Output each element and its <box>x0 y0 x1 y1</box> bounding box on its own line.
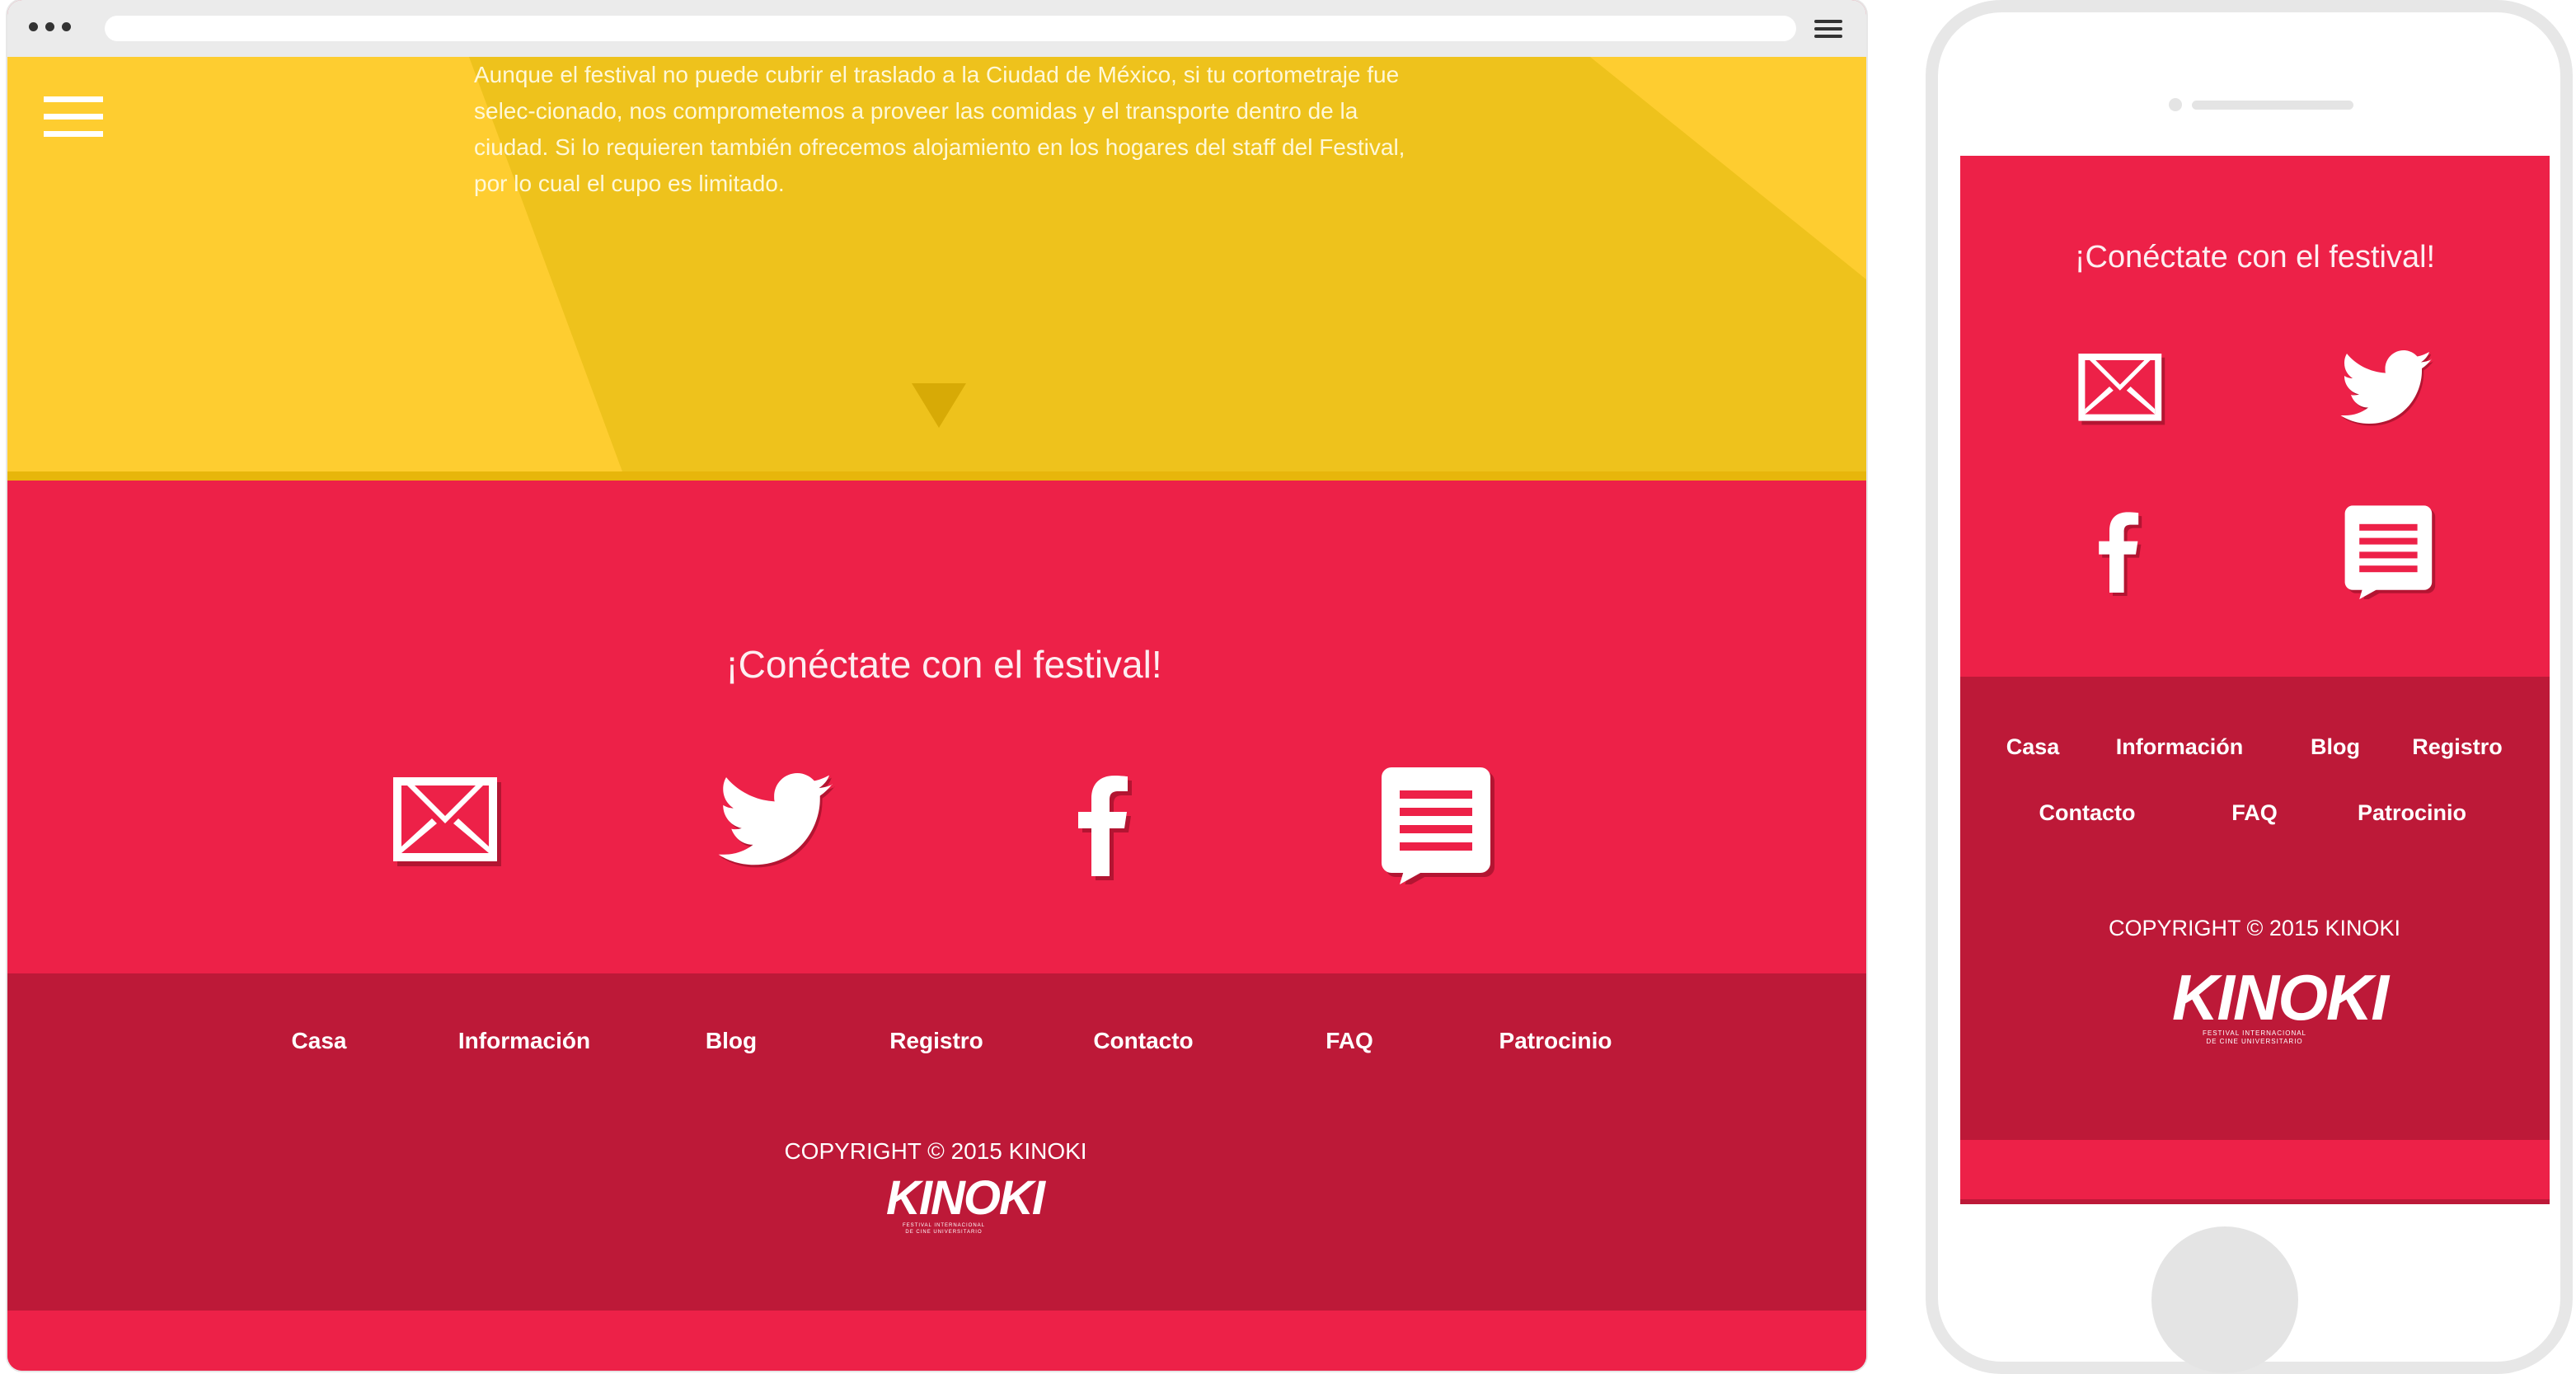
address-bar[interactable] <box>105 16 1796 41</box>
chat-icon[interactable] <box>1372 761 1495 884</box>
browser-menu-icon[interactable] <box>1814 20 1842 42</box>
nav-link-patrocinio[interactable]: Patrocinio <box>1499 1028 1612 1054</box>
mobile-mail-icon[interactable] <box>2070 340 2169 439</box>
hamburger-menu-icon[interactable] <box>44 96 103 148</box>
window-dots <box>29 22 71 31</box>
nav-link-casa[interactable]: Casa <box>292 1028 347 1054</box>
connect-section: ¡Conéctate con el festival! <box>7 481 1866 973</box>
connect-title: ¡Conéctate con el festival! <box>725 643 1162 686</box>
footer-bottom-strip <box>7 1311 1866 1371</box>
mobile-chat-icon[interactable] <box>2337 500 2436 603</box>
mobile-twitter-icon[interactable] <box>2337 340 2436 439</box>
section-divider <box>7 471 1866 481</box>
twitter-icon[interactable] <box>714 761 838 884</box>
mobile-nav-link-faq[interactable]: FAQ <box>2231 800 2278 826</box>
mobile-nav-link-patrocinio[interactable]: Patrocinio <box>2358 800 2466 826</box>
nav-link-contacto[interactable]: Contacto <box>1093 1028 1193 1054</box>
nav-link-blog[interactable]: Blog <box>706 1028 757 1054</box>
phone-camera <box>2169 98 2182 111</box>
mobile-nav-link-informacion[interactable]: Información <box>2116 734 2244 760</box>
nav-link-registro[interactable]: Registro <box>889 1028 983 1054</box>
mobile-footer: Casa Información Blog Registro Contacto … <box>1960 677 2550 1140</box>
scroll-down-arrow-icon[interactable] <box>912 383 966 428</box>
info-section: Aunque el festival no puede cubrir el tr… <box>7 57 1866 481</box>
mobile-kinoki-logo[interactable]: KINOKI FESTIVAL INTERNACIONAL DE CINE UN… <box>2172 965 2389 1046</box>
desktop-browser-mock: Aunque el festival no puede cubrir el tr… <box>7 0 1866 1371</box>
mobile-nav-link-casa[interactable]: Casa <box>2006 734 2060 760</box>
phone-mock: ¡Conéctate con el festival! Casa Informa… <box>1926 0 2573 1374</box>
mobile-copyright-text: COPYRIGHT © 2015 KINOKI <box>2108 916 2401 940</box>
mobile-nav-link-blog[interactable]: Blog <box>2311 734 2360 760</box>
mail-icon[interactable] <box>382 761 506 884</box>
facebook-icon[interactable] <box>1042 761 1166 884</box>
intro-paragraph: Aunque el festival no puede cubrir el tr… <box>474 62 1405 196</box>
nav-link-faq[interactable]: FAQ <box>1326 1028 1373 1054</box>
site-footer: Casa Información Blog Registro Contacto … <box>7 973 1866 1311</box>
copyright-text: COPYRIGHT © 2015 KINOKI <box>784 1138 1087 1164</box>
phone-screen: ¡Conéctate con el festival! Casa Informa… <box>1960 156 2550 1204</box>
mobile-connect-title: ¡Conéctate con el festival! <box>2074 240 2436 274</box>
kinoki-logo[interactable]: KINOKI FESTIVAL INTERNACIONAL DE CINE UN… <box>886 1175 1045 1236</box>
mobile-nav-link-registro[interactable]: Registro <box>2412 734 2503 760</box>
phone-home-button[interactable] <box>2151 1226 2298 1373</box>
nav-link-informacion[interactable]: Información <box>458 1028 590 1054</box>
phone-speaker <box>2192 101 2353 110</box>
browser-chrome <box>7 0 1866 57</box>
mobile-bottom-line <box>1960 1199 2550 1204</box>
mobile-facebook-icon[interactable] <box>2070 500 2169 599</box>
mobile-nav-link-contacto[interactable]: Contacto <box>2039 800 2136 826</box>
